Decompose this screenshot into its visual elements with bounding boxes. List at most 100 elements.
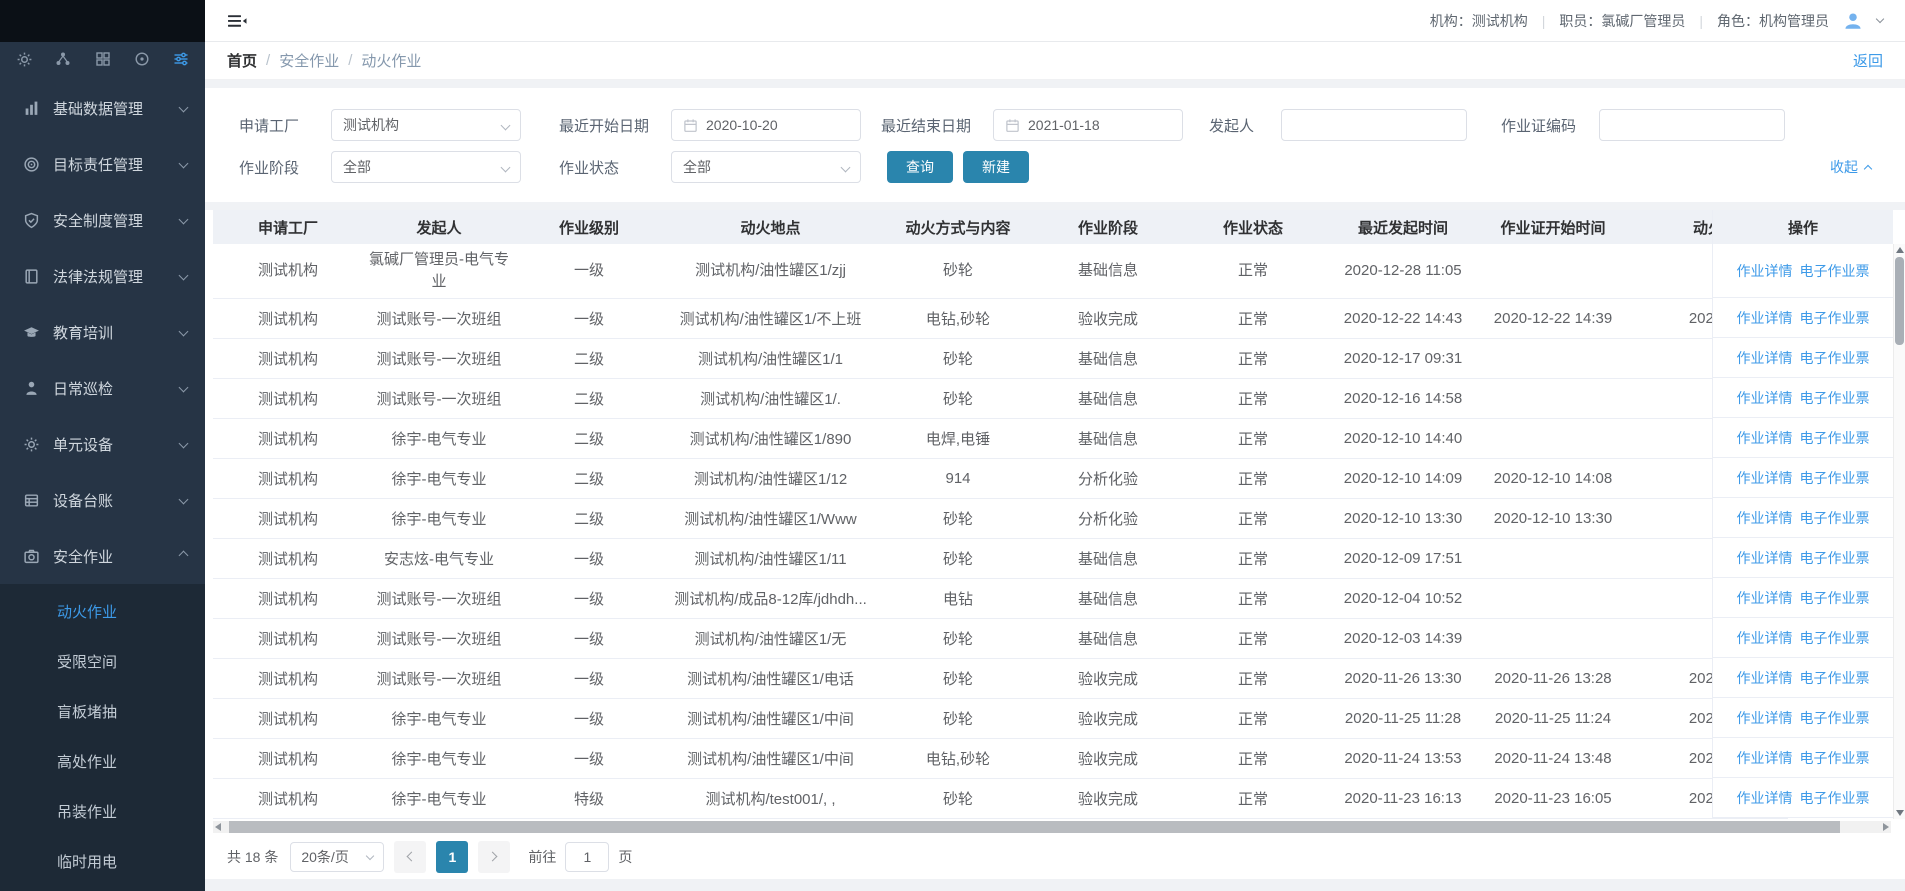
sidebar-submenu-item[interactable]: 临时用电: [0, 836, 205, 886]
sidebar-menu-label: 安全制度管理: [53, 210, 143, 231]
table-cell: 一级: [515, 698, 663, 738]
electronic-ticket-link[interactable]: 电子作业票: [1800, 261, 1870, 281]
initiator-input[interactable]: [1281, 109, 1467, 141]
sliders-icon[interactable]: [172, 50, 190, 68]
job-detail-link[interactable]: 作业详情: [1737, 388, 1793, 408]
electronic-ticket-link[interactable]: 电子作业票: [1800, 588, 1870, 608]
scroll-down-arrow-icon[interactable]: [1896, 810, 1904, 816]
sidebar-menu-item[interactable]: 单元设备: [0, 416, 205, 472]
sidebar-fold-icon[interactable]: [227, 13, 247, 29]
topbar: 机构：测试机构 | 职员：氯碱厂管理员 | 角色：机构管理员: [205, 0, 1905, 42]
scroll-left-arrow-icon[interactable]: [215, 823, 221, 831]
electronic-ticket-link[interactable]: 电子作业票: [1800, 348, 1870, 368]
table-cell: [1478, 538, 1628, 578]
user-menu-caret-icon[interactable]: [1876, 15, 1884, 23]
operations-row: 作业详情电子作业票: [1713, 298, 1893, 338]
sidebar-menu-item[interactable]: 日常巡检: [0, 360, 205, 416]
page-size-select[interactable]: 20条/页: [290, 842, 384, 872]
job-detail-link[interactable]: 作业详情: [1737, 788, 1793, 808]
status-select[interactable]: 全部: [671, 151, 861, 183]
electronic-ticket-link[interactable]: 电子作业票: [1800, 548, 1870, 568]
main-area: 机构：测试机构 | 职员：氯碱厂管理员 | 角色：机构管理员 首页 / 安全作业…: [205, 0, 1905, 891]
table-cell: 正常: [1178, 338, 1328, 378]
electronic-ticket-link[interactable]: 电子作业票: [1800, 668, 1870, 688]
job-detail-link[interactable]: 作业详情: [1737, 748, 1793, 768]
breadcrumb-home[interactable]: 首页: [227, 50, 257, 71]
job-detail-link[interactable]: 作业详情: [1737, 508, 1793, 528]
operations-row: 作业详情电子作业票: [1713, 658, 1893, 698]
job-detail-link[interactable]: 作业详情: [1737, 588, 1793, 608]
current-page-button[interactable]: 1: [436, 841, 468, 873]
table-scroll-area: 申请工厂发起人作业级别动火地点动火方式与内容作业阶段作业状态最近发起时间作业证开…: [213, 210, 1893, 819]
factory-select[interactable]: 测试机构: [331, 109, 521, 141]
sidebar-menu-item[interactable]: 安全制度管理: [0, 192, 205, 248]
scroll-right-arrow-icon[interactable]: [1883, 823, 1889, 831]
sidebar-menu-item[interactable]: 设备台账: [0, 472, 205, 528]
job-detail-link[interactable]: 作业详情: [1737, 261, 1793, 281]
horizontal-scrollbar[interactable]: [213, 821, 1891, 833]
horizontal-scrollbar-thumb[interactable]: [229, 821, 1840, 833]
job-detail-link[interactable]: 作业详情: [1737, 668, 1793, 688]
permit-no-input[interactable]: [1599, 109, 1785, 141]
sidebar-submenu-item[interactable]: 高处作业: [0, 736, 205, 786]
table-row: 测试机构徐宇-电气专业二级测试机构/油性罐区1/12914分析化验正常2020-…: [213, 458, 1788, 498]
job-detail-link[interactable]: 作业详情: [1737, 428, 1793, 448]
avatar[interactable]: [1843, 11, 1863, 31]
operations-row: 作业详情电子作业票: [1713, 578, 1893, 618]
sidebar-menu-item[interactable]: 基础数据管理: [0, 80, 205, 136]
next-page-button[interactable]: [478, 841, 510, 873]
electronic-ticket-link[interactable]: 电子作业票: [1800, 748, 1870, 768]
stage-select[interactable]: 全部: [331, 151, 521, 183]
nodes-icon[interactable]: [54, 50, 72, 68]
search-button[interactable]: 查询: [887, 151, 953, 183]
horizontal-scrollbar-strip: [205, 819, 1905, 835]
electronic-ticket-link[interactable]: 电子作业票: [1800, 388, 1870, 408]
electronic-ticket-link[interactable]: 电子作业票: [1800, 468, 1870, 488]
sidebar-submenu-item[interactable]: 动火作业: [0, 586, 205, 636]
table-cell: 2020-12-04 10:52: [1328, 578, 1478, 618]
sidebar-submenu: 动火作业受限空间盲板堵抽高处作业吊装作业临时用电: [0, 584, 205, 891]
electronic-ticket-link[interactable]: 电子作业票: [1800, 628, 1870, 648]
job-detail-link[interactable]: 作业详情: [1737, 548, 1793, 568]
job-detail-link[interactable]: 作业详情: [1737, 348, 1793, 368]
chevron-down-icon: [501, 162, 511, 172]
end-date-input[interactable]: 2021-01-18: [993, 109, 1183, 141]
sidebar-menu-item[interactable]: 教育培训: [0, 304, 205, 360]
job-detail-link[interactable]: 作业详情: [1737, 468, 1793, 488]
vertical-scrollbar[interactable]: [1893, 244, 1905, 819]
electronic-ticket-link[interactable]: 电子作业票: [1800, 788, 1870, 808]
sidebar-menu-item[interactable]: 安全作业: [0, 528, 205, 584]
sidebar-menu-item[interactable]: 法律法规管理: [0, 248, 205, 304]
record-icon[interactable]: [133, 50, 151, 68]
electronic-ticket-link[interactable]: 电子作业票: [1800, 308, 1870, 328]
back-link[interactable]: 返回: [1853, 50, 1883, 71]
breadcrumb-item-safety-work[interactable]: 安全作业: [279, 50, 339, 71]
electronic-ticket-link[interactable]: 电子作业票: [1800, 508, 1870, 528]
table-cell: 特级: [515, 778, 663, 818]
goto-prefix: 前往: [528, 847, 556, 867]
job-detail-link[interactable]: 作业详情: [1737, 708, 1793, 728]
scroll-up-arrow-icon[interactable]: [1896, 247, 1904, 253]
breadcrumb: 首页 / 安全作业 / 动火作业 返回: [205, 42, 1905, 80]
grid-icon[interactable]: [94, 50, 112, 68]
table-cell: 砂轮: [878, 658, 1038, 698]
table-cell: 基础信息: [1038, 618, 1178, 658]
chevron-down-icon: [501, 120, 511, 130]
job-detail-link[interactable]: 作业详情: [1737, 628, 1793, 648]
create-button[interactable]: 新建: [963, 151, 1029, 183]
settings-gear-icon[interactable]: [15, 50, 33, 68]
sidebar-submenu-item[interactable]: 吊装作业: [0, 786, 205, 836]
collapse-filters-link[interactable]: 收起: [1830, 157, 1871, 177]
prev-page-button[interactable]: [394, 841, 426, 873]
electronic-ticket-link[interactable]: 电子作业票: [1800, 428, 1870, 448]
table-cell: 正常: [1178, 578, 1328, 618]
job-detail-link[interactable]: 作业详情: [1737, 308, 1793, 328]
goto-page-input[interactable]: [565, 842, 609, 872]
sidebar-submenu-item[interactable]: 受限空间: [0, 636, 205, 686]
start-date-input[interactable]: 2020-10-20: [671, 109, 861, 141]
table-cell: 2020-12-16 14:58: [1328, 378, 1478, 418]
sidebar-menu-item[interactable]: 目标责任管理: [0, 136, 205, 192]
vertical-scrollbar-thumb[interactable]: [1895, 257, 1904, 345]
electronic-ticket-link[interactable]: 电子作业票: [1800, 708, 1870, 728]
sidebar-submenu-item[interactable]: 盲板堵抽: [0, 686, 205, 736]
